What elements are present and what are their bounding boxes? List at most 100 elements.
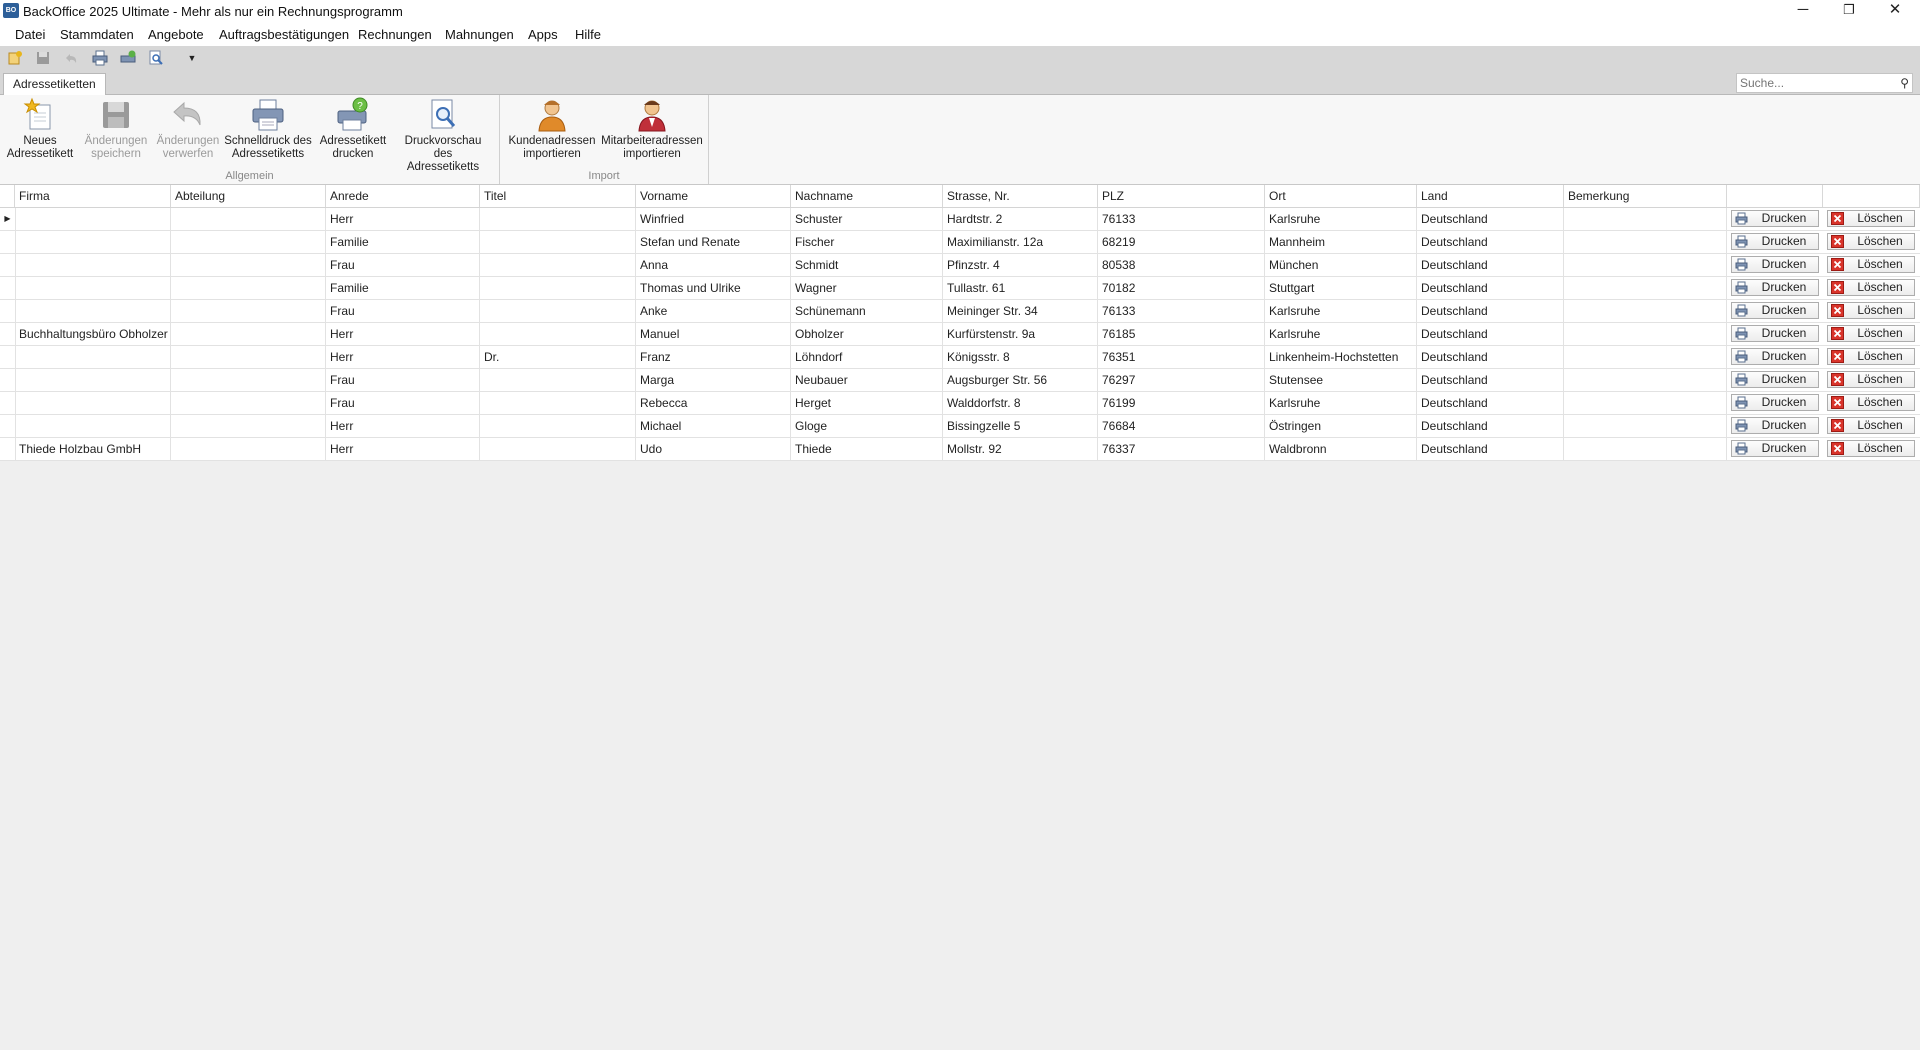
cell-abteilung[interactable] <box>171 392 326 414</box>
cell-vorname[interactable]: Manuel <box>636 323 791 345</box>
print-row-button[interactable]: Drucken <box>1731 325 1819 342</box>
row-indicator[interactable] <box>0 254 16 276</box>
cell-firma[interactable] <box>15 369 171 391</box>
cell-plz[interactable]: 70182 <box>1098 277 1265 299</box>
undo-icon[interactable] <box>63 50 79 66</box>
print-label-button[interactable]: ? Adressetikett drucken <box>316 97 390 161</box>
tab-adressetiketten[interactable]: Adressetiketten <box>3 73 106 95</box>
column-header-firma[interactable]: Firma <box>15 185 171 207</box>
cell-titel[interactable] <box>480 231 636 253</box>
delete-row-button[interactable]: Löschen <box>1827 440 1915 457</box>
cell-abteilung[interactable] <box>171 346 326 368</box>
print-preview-button[interactable]: Druckvorschau des Adressetiketts <box>394 97 492 174</box>
dropdown-arrow-icon[interactable]: ▼ <box>184 50 200 66</box>
cell-anrede[interactable]: Familie <box>326 231 480 253</box>
menu-apps[interactable]: Apps <box>528 27 558 42</box>
row-indicator[interactable] <box>0 369 16 391</box>
cell-land[interactable]: Deutschland <box>1417 392 1564 414</box>
cell-strasse[interactable]: Königsstr. 8 <box>943 346 1098 368</box>
cell-plz[interactable]: 68219 <box>1098 231 1265 253</box>
table-row[interactable]: Familie Thomas und Ulrike Wagner Tullastr. … <box>0 277 1920 300</box>
cell-firma[interactable] <box>15 208 171 230</box>
cell-firma[interactable] <box>15 392 171 414</box>
cell-bemerkung[interactable] <box>1564 323 1727 345</box>
print-row-button[interactable]: Drucken <box>1731 210 1819 227</box>
delete-row-button[interactable]: Löschen <box>1827 279 1915 296</box>
cell-ort[interactable]: Stutensee <box>1265 369 1417 391</box>
cell-bemerkung[interactable] <box>1564 277 1727 299</box>
cell-titel[interactable] <box>480 277 636 299</box>
cell-ort[interactable]: Mannheim <box>1265 231 1417 253</box>
cell-land[interactable]: Deutschland <box>1417 208 1564 230</box>
cell-anrede[interactable]: Familie <box>326 277 480 299</box>
cell-abteilung[interactable] <box>171 323 326 345</box>
cell-strasse[interactable]: Augsburger Str. 56 <box>943 369 1098 391</box>
maximize-button[interactable]: ❐ <box>1826 0 1872 22</box>
cell-abteilung[interactable] <box>171 254 326 276</box>
cell-firma[interactable] <box>15 300 171 322</box>
print-row-button[interactable]: Drucken <box>1731 440 1819 457</box>
discard-changes-button[interactable]: Änderungen verwerfen <box>152 97 224 161</box>
cell-bemerkung[interactable] <box>1564 208 1727 230</box>
cell-firma[interactable] <box>15 346 171 368</box>
column-header-plz[interactable]: PLZ <box>1098 185 1265 207</box>
cell-vorname[interactable]: Stefan und Renate <box>636 231 791 253</box>
table-row[interactable]: Thiede Holzbau GmbH Herr Udo Thiede Mollstr.… <box>0 438 1920 461</box>
cell-abteilung[interactable] <box>171 300 326 322</box>
cell-nachname[interactable]: Schmidt <box>791 254 943 276</box>
cell-land[interactable]: Deutschland <box>1417 277 1564 299</box>
cell-anrede[interactable]: Herr <box>326 346 480 368</box>
cell-vorname[interactable]: Winfried <box>636 208 791 230</box>
column-header-titel[interactable]: Titel <box>480 185 636 207</box>
column-header-strasse[interactable]: Strasse, Nr. <box>943 185 1098 207</box>
cell-bemerkung[interactable] <box>1564 392 1727 414</box>
cell-titel[interactable] <box>480 392 636 414</box>
cell-land[interactable]: Deutschland <box>1417 300 1564 322</box>
cell-nachname[interactable]: Herget <box>791 392 943 414</box>
table-row[interactable]: Frau Anna Schmidt Pfinzstr. 4 80538 München De… <box>0 254 1920 277</box>
cell-titel[interactable] <box>480 254 636 276</box>
cell-nachname[interactable]: Thiede <box>791 438 943 460</box>
cell-bemerkung[interactable] <box>1564 438 1727 460</box>
print-row-button[interactable]: Drucken <box>1731 394 1819 411</box>
menu-rechnungen[interactable]: Rechnungen <box>358 27 432 42</box>
row-indicator[interactable] <box>0 323 16 345</box>
cell-strasse[interactable]: Pfinzstr. 4 <box>943 254 1098 276</box>
table-row[interactable]: Herr Dr. Franz Löhndorf Königsstr. 8 76351 Lin… <box>0 346 1920 369</box>
new-icon[interactable] <box>7 50 23 66</box>
print-row-button[interactable]: Drucken <box>1731 302 1819 319</box>
table-row[interactable]: Frau Anke Schünemann Meininger Str. 34 76133… <box>0 300 1920 323</box>
cell-titel[interactable] <box>480 415 636 437</box>
save-icon[interactable] <box>35 50 51 66</box>
print-row-button[interactable]: Drucken <box>1731 256 1819 273</box>
import-customers-button[interactable]: Kundenadressen importieren <box>504 97 600 161</box>
cell-nachname[interactable]: Löhndorf <box>791 346 943 368</box>
column-header-ort[interactable]: Ort <box>1265 185 1417 207</box>
import-employees-button[interactable]: Mitarbeiteradressen importieren <box>600 97 704 161</box>
cell-plz[interactable]: 80538 <box>1098 254 1265 276</box>
cell-plz[interactable]: 76684 <box>1098 415 1265 437</box>
cell-vorname[interactable]: Thomas und Ulrike <box>636 277 791 299</box>
cell-plz[interactable]: 76185 <box>1098 323 1265 345</box>
delete-row-button[interactable]: Löschen <box>1827 302 1915 319</box>
cell-firma[interactable] <box>15 254 171 276</box>
cell-firma[interactable] <box>15 231 171 253</box>
menu-auftragsbestaetigungen[interactable]: Auftragsbestätigungen <box>219 27 349 42</box>
cell-plz[interactable]: 76297 <box>1098 369 1265 391</box>
delete-row-button[interactable]: Löschen <box>1827 417 1915 434</box>
column-header-vorname[interactable]: Vorname <box>636 185 791 207</box>
print-icon[interactable] <box>92 50 108 66</box>
cell-strasse[interactable]: Walddorfstr. 8 <box>943 392 1098 414</box>
cell-abteilung[interactable] <box>171 369 326 391</box>
row-indicator[interactable] <box>0 300 16 322</box>
column-header-land[interactable]: Land <box>1417 185 1564 207</box>
table-row[interactable]: Herr Michael Gloge Bissingzelle 5 76684 Östri… <box>0 415 1920 438</box>
cell-titel[interactable]: Dr. <box>480 346 636 368</box>
cell-vorname[interactable]: Michael <box>636 415 791 437</box>
delete-row-button[interactable]: Löschen <box>1827 394 1915 411</box>
cell-bemerkung[interactable] <box>1564 254 1727 276</box>
cell-plz[interactable]: 76133 <box>1098 300 1265 322</box>
cell-plz[interactable]: 76351 <box>1098 346 1265 368</box>
cell-nachname[interactable]: Schünemann <box>791 300 943 322</box>
close-button[interactable]: ✕ <box>1872 0 1918 22</box>
